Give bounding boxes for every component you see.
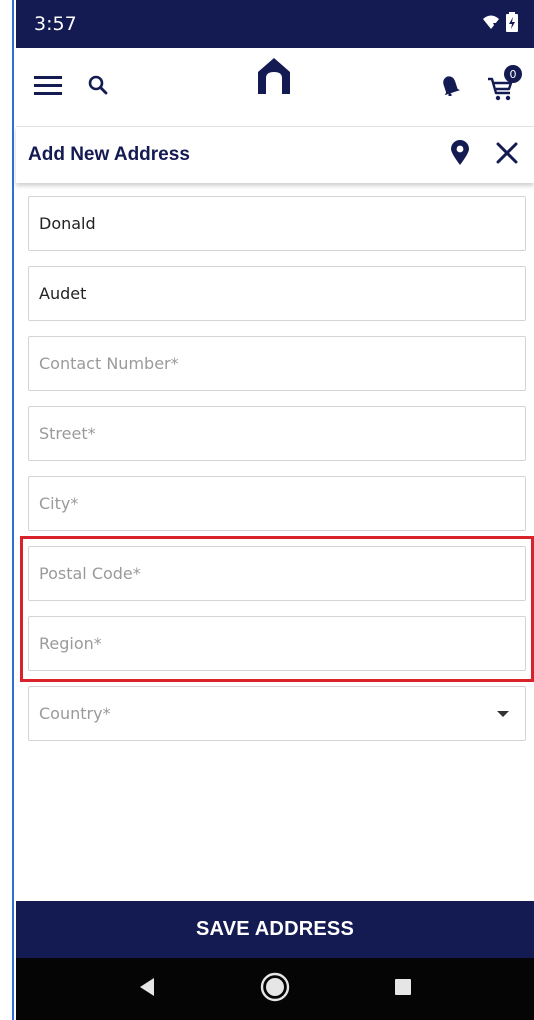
location-pin-icon[interactable] (450, 139, 470, 171)
status-icons (482, 11, 518, 37)
save-address-button[interactable]: SAVE ADDRESS (16, 901, 534, 958)
last-name-field[interactable]: Audet (28, 266, 526, 321)
country-select[interactable]: Country* (28, 686, 526, 741)
system-navigation-bar (16, 958, 534, 1020)
save-address-label: SAVE ADDRESS (196, 918, 354, 940)
window-edge (0, 0, 14, 1020)
country-placeholder: Country* (39, 704, 111, 723)
region-field[interactable]: Region* (28, 616, 526, 671)
home-logo-icon[interactable] (256, 56, 292, 101)
street-placeholder: Street* (39, 424, 96, 443)
nav-left (34, 75, 108, 100)
contact-number-field[interactable]: Contact Number* (28, 336, 526, 391)
header-actions (450, 139, 518, 171)
last-name-value: Audet (39, 284, 87, 303)
menu-icon[interactable] (34, 75, 62, 100)
chevron-down-icon (497, 711, 509, 717)
nav-right: 0 (440, 65, 522, 103)
status-bar: 3:57 (16, 0, 534, 48)
postal-code-field[interactable]: Postal Code* (28, 546, 526, 601)
cart-count-badge: 0 (504, 65, 522, 83)
contact-number-placeholder: Contact Number* (39, 354, 179, 373)
cart-button[interactable]: 0 (486, 65, 522, 103)
back-icon[interactable] (138, 977, 156, 1002)
wifi-icon (482, 14, 500, 35)
battery-icon (506, 11, 518, 37)
cart-count: 0 (509, 67, 517, 81)
city-placeholder: City* (39, 494, 79, 513)
status-time: 3:57 (34, 13, 77, 35)
bell-icon[interactable] (440, 74, 461, 101)
recents-icon[interactable] (394, 978, 412, 1001)
city-field[interactable]: City* (28, 476, 526, 531)
close-icon[interactable] (496, 142, 518, 169)
page-header: Add New Address (16, 126, 534, 183)
home-icon[interactable] (260, 972, 290, 1007)
first-name-value: Donald (39, 214, 96, 233)
app-screen: 3:57 0 Add New Address Donald Audet Cont… (16, 0, 534, 1020)
address-form: Donald Audet Contact Number* Street* Cit… (28, 196, 526, 741)
search-icon[interactable] (88, 75, 108, 100)
postal-code-placeholder: Postal Code* (39, 564, 141, 583)
street-field[interactable]: Street* (28, 406, 526, 461)
region-placeholder: Region* (39, 634, 102, 653)
page-title: Add New Address (28, 144, 190, 165)
first-name-field[interactable]: Donald (28, 196, 526, 251)
